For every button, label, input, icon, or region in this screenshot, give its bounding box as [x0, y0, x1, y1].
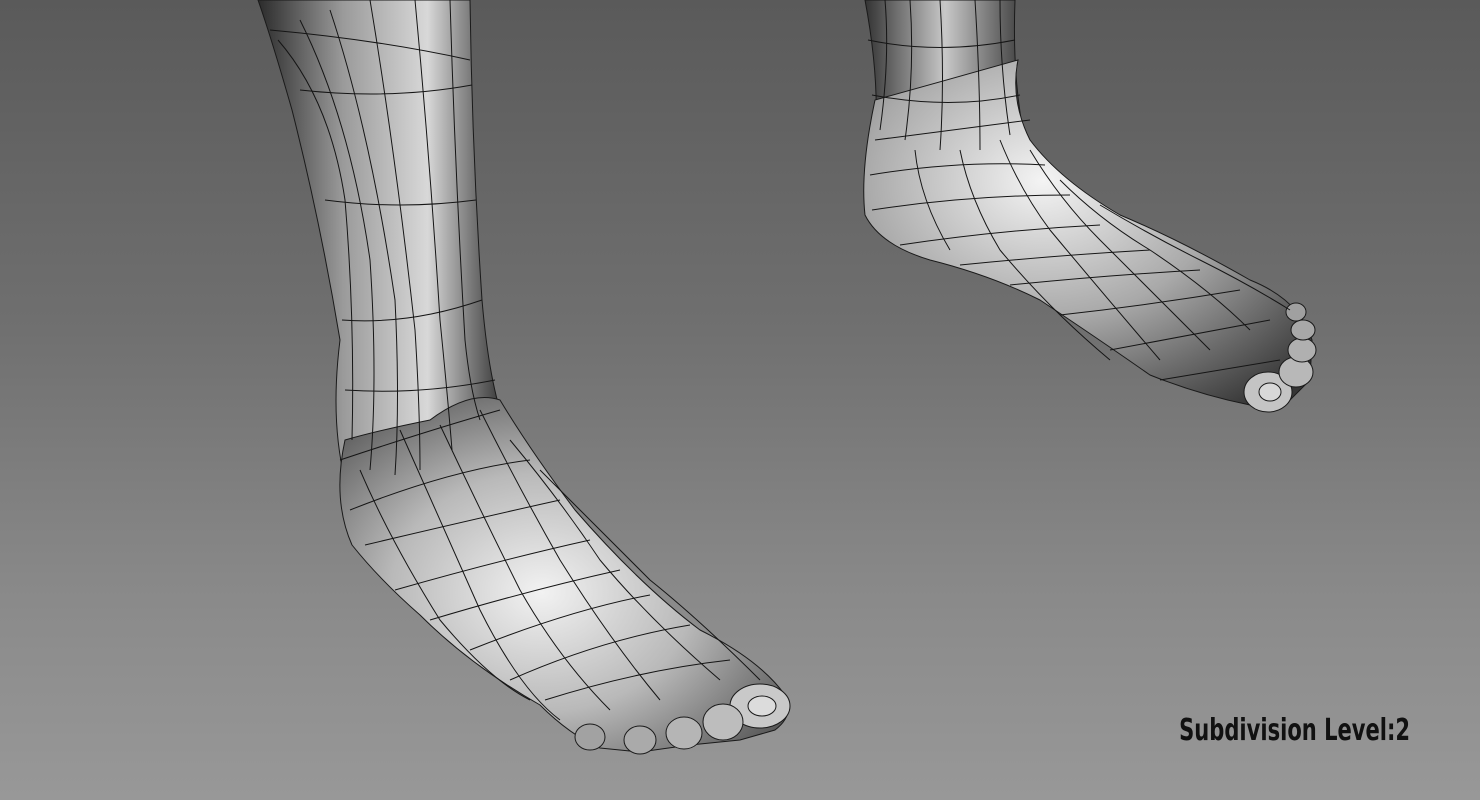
left-toe-3: [665, 716, 703, 750]
right-foot-mesh: [863, 0, 1317, 413]
right-toe-2: [1278, 356, 1314, 388]
subdivision-level-label: Subdivision Level:2: [1179, 713, 1410, 748]
left-toe-2: [702, 703, 744, 741]
right-toe-3: [1287, 337, 1317, 363]
right-toe-4: [1290, 319, 1316, 341]
right-toe-5: [1285, 302, 1307, 322]
right-foot-body: [863, 59, 1313, 406]
wireframe-scene: [257, 0, 1317, 755]
left-foot-body: [339, 397, 789, 753]
left-toe-4: [623, 725, 657, 755]
left-toe-5: [574, 723, 606, 751]
3d-viewport[interactable]: Subdivision Level:2: [0, 0, 1480, 800]
left-foot-mesh: [257, 0, 791, 755]
